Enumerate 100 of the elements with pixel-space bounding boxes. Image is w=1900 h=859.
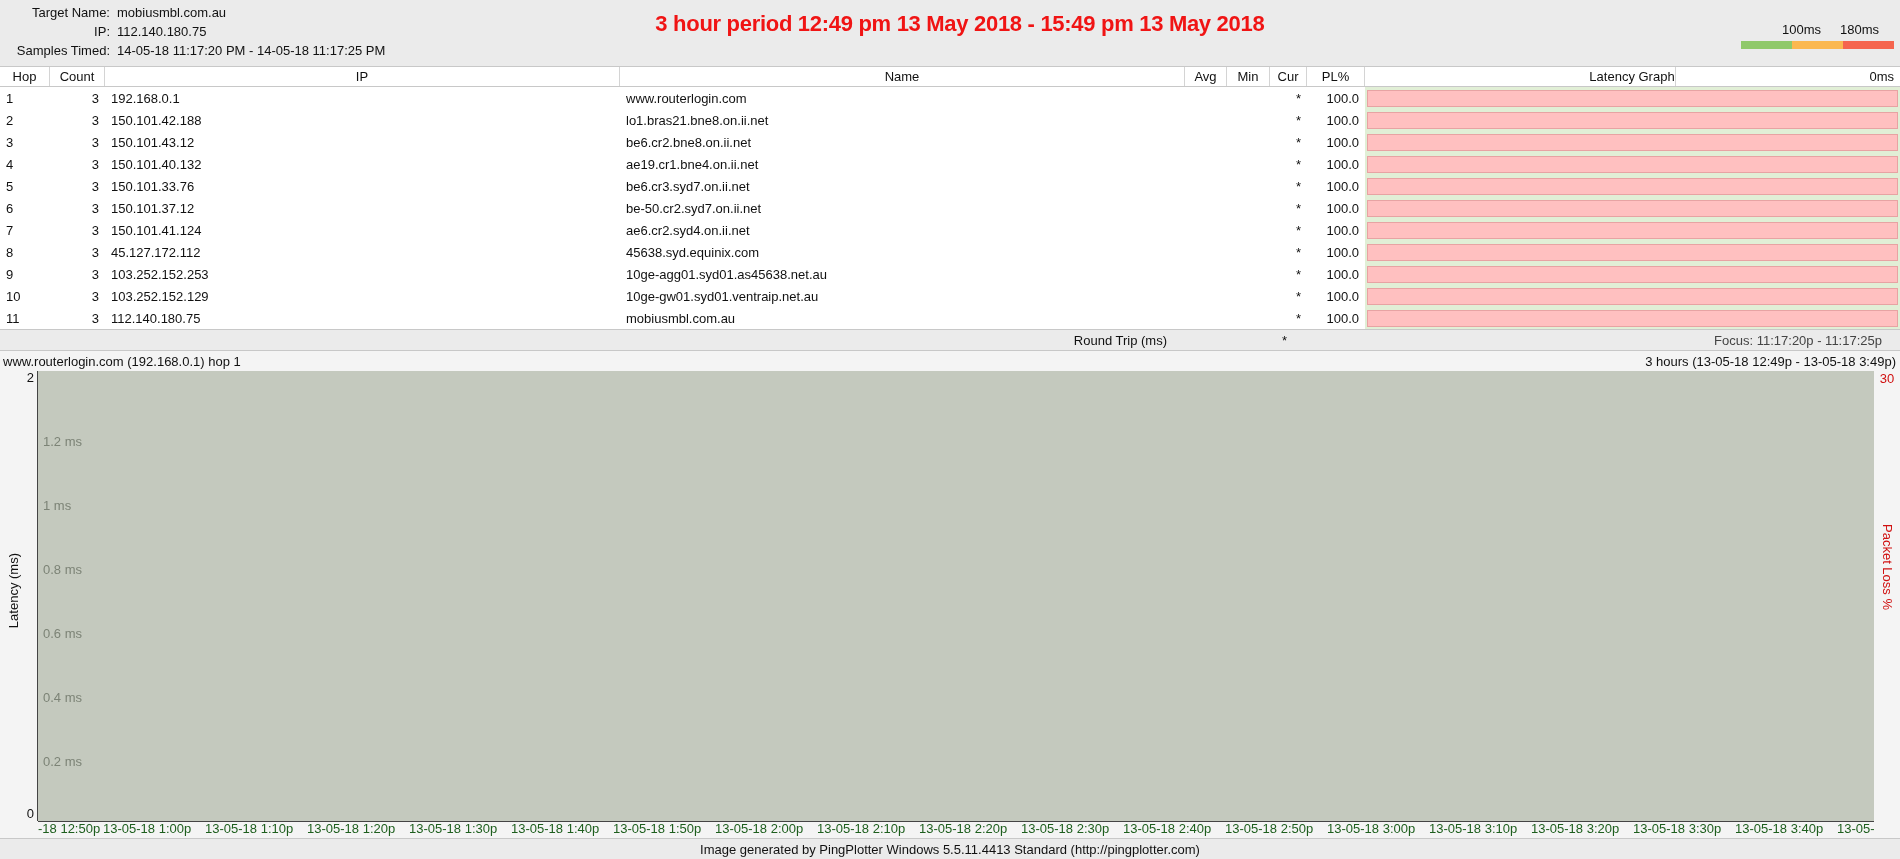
legend-label: 100ms xyxy=(1781,22,1821,37)
table-cell-text: 150.101.40.132 xyxy=(110,155,203,174)
table-cell-text: 3 xyxy=(90,177,100,196)
table-cell-text: 3 xyxy=(90,111,100,130)
gridline-label: 1 ms xyxy=(42,498,73,515)
time-range: 3 hours (13-05-18 12:49p - 13-05-18 3:49p) xyxy=(1645,353,1896,369)
table-cell-text: 150.101.43.12 xyxy=(110,133,196,152)
gridline-label: 0.8 ms xyxy=(42,562,83,579)
table-cell-text: 100.0 xyxy=(1325,133,1360,152)
table-cell-text: 100.0 xyxy=(1325,309,1360,328)
field-label: Samples Timed: xyxy=(15,43,110,58)
axis-title: Latency (ms) xyxy=(6,553,21,629)
table-cell-text: 2 xyxy=(5,111,15,130)
table-cell-text: 45.127.172.112 xyxy=(110,243,202,262)
column-header: Hop xyxy=(0,67,50,86)
axis-tick-label: 13-05-18 3:20p xyxy=(1531,822,1621,838)
table-cell-text: 3 xyxy=(90,265,100,284)
table-cell-text: 100.0 xyxy=(1325,199,1360,218)
axis-tick-label: 0 xyxy=(26,807,35,821)
column-header: Latency Graph xyxy=(1589,67,1676,86)
table-cell-text: 10ge-agg01.syd01.as45638.net.au xyxy=(625,265,828,284)
table-cell-text: ae6.cr2.syd4.on.ii.net xyxy=(625,221,751,240)
table-cell-text: 103.252.152.129 xyxy=(110,287,210,306)
column-header: Cur xyxy=(1270,67,1307,86)
axis-tick-label: 13-05-18 2:40p xyxy=(1123,822,1213,838)
gridline-label: 0.4 ms xyxy=(42,690,83,707)
table-cell-text: 100.0 xyxy=(1325,221,1360,240)
table-cell-text: 100.0 xyxy=(1325,243,1360,262)
axis-tick-label: 13-05-18 3:00p xyxy=(1327,822,1417,838)
axis-tick-label: 13-05-18 2:50p xyxy=(1225,822,1315,838)
graph-scale-label: 0ms xyxy=(1869,68,1894,86)
gridline-label: 1.2 ms xyxy=(42,434,83,451)
table-cell-text: 150.101.42.188 xyxy=(110,111,203,130)
table-cell-text: lo1.bras21.bne8.on.ii.net xyxy=(625,111,770,130)
table-cell-text: * xyxy=(1294,243,1302,262)
column-header: Name xyxy=(620,67,1185,86)
footer-caption: Image generated by PingPlotter Windows 5.5.11.4413 Standard (http://pingplotter.com) xyxy=(0,838,1900,859)
table-cell-text: 3 xyxy=(90,287,100,306)
table-cell-text: 9 xyxy=(5,265,15,284)
table-cell-text: be6.cr2.bne8.on.ii.net xyxy=(625,133,753,152)
axis-tick-label: 13-05-18 3:30p xyxy=(1633,822,1723,838)
axis-tick-label: 13-05-18 2:00p xyxy=(715,822,805,838)
table-cell-text: 3 xyxy=(90,89,100,108)
table-cell-text: 45638.syd.equinix.com xyxy=(625,243,760,262)
table-cell-text: * xyxy=(1294,155,1302,174)
table-cell-text: * xyxy=(1294,265,1302,284)
table-cell-text: 8 xyxy=(5,243,15,262)
table-cell-text: 3 xyxy=(90,221,100,240)
table-cell-text: 100.0 xyxy=(1325,287,1360,306)
table-cell-text: 6 xyxy=(5,199,15,218)
table-cell-text: 1 xyxy=(5,89,15,108)
table-cell-text: 150.101.37.12 xyxy=(110,199,196,218)
table-cell-text: * xyxy=(1294,177,1302,196)
table-cell-text: 3 xyxy=(90,309,100,328)
table-cell-text: 3 xyxy=(90,243,100,262)
table-cell-text: * xyxy=(1294,221,1302,240)
axis-tick-label: 13-05-18 3:10p xyxy=(1429,822,1519,838)
table-cell-text: 3 xyxy=(90,155,100,174)
table-cell-text: 10 xyxy=(5,287,22,306)
table-cell-text: mobiusmbl.com.au xyxy=(625,309,737,328)
table-cell-text: 5 xyxy=(5,177,15,196)
table-cell-text: 112.140.180.75 xyxy=(110,309,202,328)
focus-range: Focus: 11:17:20p - 11:17:25p xyxy=(1713,332,1883,348)
axis-tick-label: 13-05-18 1:10p xyxy=(205,822,295,838)
table-cell-text: 150.101.41.124 xyxy=(110,221,203,240)
field-value: 112.140.180.75 xyxy=(117,24,208,39)
axis-tick-label: 13-05- xyxy=(1837,822,1875,838)
table-cell-text: 103.252.152.253 xyxy=(110,265,210,284)
column-header: IP xyxy=(105,67,620,86)
period-annotation: 3 hour period 12:49 pm 13 May 2018 - 15:49 pm 13 May 2018 xyxy=(655,11,1265,37)
axis-tick-label: 13-05-18 1:30p xyxy=(409,822,499,838)
gridline-label: 0.2 ms xyxy=(42,754,83,771)
axis-tick-label: 13-05-18 1:40p xyxy=(511,822,601,838)
table-cell-text: 3 xyxy=(90,133,100,152)
axis-tick-label: 13-05-18 2:10p xyxy=(817,822,907,838)
axis-tick-label: 13-05-18 2:30p xyxy=(1021,822,1111,838)
axis-tick-label: 13-05-18 3:40p xyxy=(1735,822,1825,838)
graph-title: www.routerlogin.com (192.168.0.1) hop 1 xyxy=(3,353,241,369)
axis-tick-label: 2 xyxy=(26,371,35,385)
legend-label: 180ms xyxy=(1839,22,1879,37)
table-cell-text: 100.0 xyxy=(1325,89,1360,108)
table-cell-text: ae19.cr1.bne4.on.ii.net xyxy=(625,155,760,174)
table-cell-text: be-50.cr2.syd7.on.ii.net xyxy=(625,199,763,218)
axis-tick-label: 13-05-18 1:50p xyxy=(613,822,703,838)
axis-tick-label: -18 12:50p xyxy=(38,822,102,838)
table-cell-text: * xyxy=(1294,111,1302,130)
gridline-label: 0.6 ms xyxy=(42,626,83,643)
field-value: mobiusmbl.com.au xyxy=(117,5,228,20)
field-label: Target Name: xyxy=(30,5,110,20)
column-header: PL% xyxy=(1307,67,1365,86)
axis-tick-label: 13-05-18 2:20p xyxy=(919,822,1009,838)
axis-title: Packet Loss % xyxy=(1879,524,1895,610)
table-cell-text: 100.0 xyxy=(1325,155,1360,174)
axis-tick-label: 13-05-18 1:20p xyxy=(307,822,397,838)
table-cell-text: * xyxy=(1294,89,1302,108)
axis-tick-label: 30 xyxy=(1879,371,1895,387)
column-header: Avg xyxy=(1185,67,1227,86)
table-cell-text: * xyxy=(1294,287,1302,306)
field-value: 14-05-18 11:17:20 PM - 14-05-18 11:17:25 PM xyxy=(117,43,386,58)
table-cell-text: 100.0 xyxy=(1325,177,1360,196)
